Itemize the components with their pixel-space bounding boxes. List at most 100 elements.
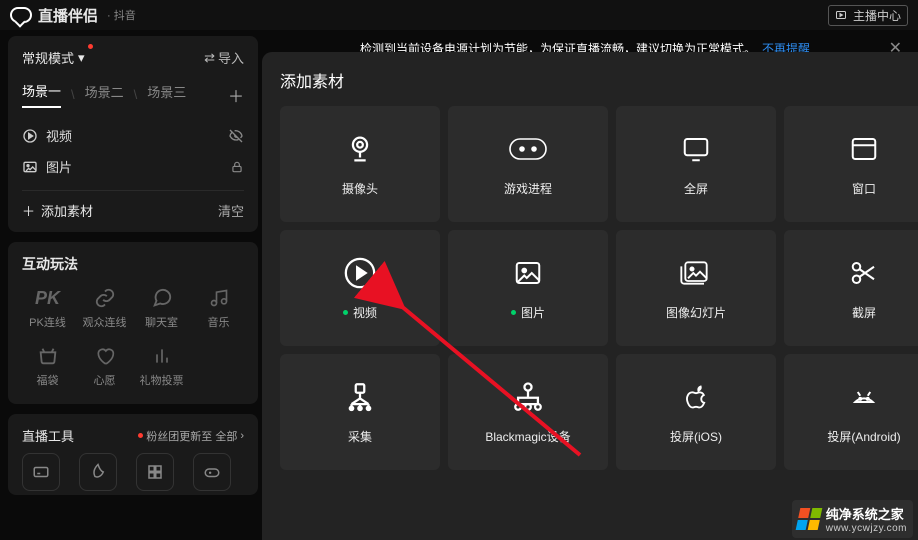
new-dot — [343, 310, 348, 315]
image-icon — [22, 159, 38, 175]
mode-row: 常规模式 ▾ ⇄ 导入 — [22, 48, 244, 67]
bag-icon — [37, 344, 59, 368]
add-source-button[interactable]: 添加素材 — [41, 201, 93, 220]
add-source-row: ＋ 添加素材 清空 — [22, 190, 244, 220]
material-slideshow[interactable]: 图像幻灯片 — [616, 230, 776, 346]
material-screenshot[interactable]: 截屏 — [784, 230, 918, 346]
gamepad-icon — [508, 132, 548, 166]
link-icon — [94, 286, 116, 310]
heart-icon — [95, 344, 115, 368]
window-icon — [848, 132, 880, 166]
camera-icon — [343, 132, 377, 166]
tool-btn-4[interactable] — [193, 453, 231, 491]
leaf-icon — [89, 463, 107, 481]
tool-btn-3[interactable] — [136, 453, 174, 491]
material-image[interactable]: 图片 — [448, 230, 608, 346]
source-row-image[interactable]: 图片 — [22, 151, 244, 182]
tool-btn-2[interactable] — [79, 453, 117, 491]
image-icon — [511, 256, 545, 290]
watermark-text: 纯净系统之家 — [826, 504, 907, 523]
chevron-down-icon: ▾ — [78, 50, 85, 66]
interact-poll[interactable]: 礼物投票 — [136, 340, 187, 392]
capture-icon — [343, 380, 377, 414]
scissors-icon — [847, 256, 881, 290]
interact-empty — [193, 340, 244, 392]
clear-button[interactable]: 清空 — [218, 201, 244, 220]
material-grid: 摄像头 游戏进程 全屏 窗口 视频 图片 图像幻灯片 截屏 — [280, 106, 918, 470]
slideshow-icon — [677, 256, 715, 290]
new-dot — [511, 310, 516, 315]
left-sidebar: 常规模式 ▾ ⇄ 导入 场景一 \ 场景二 \ 场景三 ＋ 视频 — [8, 36, 258, 505]
play-icon — [343, 256, 377, 290]
interact-pk[interactable]: PKPK连线 — [22, 282, 73, 334]
material-ios[interactable]: 投屏(iOS) — [616, 354, 776, 470]
material-window[interactable]: 窗口 — [784, 106, 918, 222]
app-title: 直播伴侣 — [38, 5, 98, 26]
device-tree-icon — [511, 380, 545, 414]
tool-btn-1[interactable] — [22, 453, 60, 491]
interact-bag[interactable]: 福袋 — [22, 340, 73, 392]
lock-icon[interactable] — [230, 160, 244, 174]
source-row-video[interactable]: 视频 — [22, 120, 244, 151]
play-circle-icon — [22, 128, 38, 144]
app-logo: 直播伴侣 · 抖音 — [10, 5, 136, 26]
material-camera[interactable]: 摄像头 — [280, 106, 440, 222]
interact-music[interactable]: 音乐 — [193, 282, 244, 334]
source-list: 视频 图片 — [22, 120, 244, 182]
logo-icon — [10, 7, 32, 23]
material-video[interactable]: 视频 — [280, 230, 440, 346]
interact-chat[interactable]: 聊天室 — [136, 282, 187, 334]
watermark: 纯净系统之家 www.ycwjzy.com — [792, 500, 913, 538]
card-icon — [32, 463, 50, 481]
pk-icon: PK — [35, 286, 60, 310]
tools-badge[interactable]: 粉丝团更新至 全部 › — [138, 428, 244, 444]
scene-tabs: 场景一 \ 场景二 \ 场景三 ＋ — [22, 81, 244, 108]
anchor-center-button[interactable]: 主播中心 — [828, 5, 908, 26]
apple-icon — [682, 380, 710, 414]
red-dot-icon — [138, 433, 143, 438]
tools-title: 直播工具 — [22, 426, 74, 445]
import-label: 导入 — [218, 48, 244, 67]
source-label: 视频 — [46, 126, 72, 145]
material-blackmagic[interactable]: Blackmagic设备 — [448, 354, 608, 470]
scene-panel: 常规模式 ▾ ⇄ 导入 场景一 \ 场景二 \ 场景三 ＋ 视频 — [8, 36, 258, 232]
scene-tab-1[interactable]: 场景一 — [22, 81, 61, 108]
interact-grid: PKPK连线 观众连线 聊天室 音乐 福袋 心愿 礼物投票 — [22, 282, 244, 392]
material-fullscreen[interactable]: 全屏 — [616, 106, 776, 222]
import-button[interactable]: ⇄ 导入 — [204, 48, 244, 67]
interact-audience[interactable]: 观众连线 — [79, 282, 130, 334]
interact-title: 互动玩法 — [22, 254, 244, 274]
scene-tab-3[interactable]: 场景三 — [147, 82, 186, 107]
notification-dot — [88, 44, 93, 49]
swap-icon: ⇄ — [204, 50, 215, 66]
plus-icon: ＋ — [22, 201, 35, 220]
add-material-modal: 添加素材 摄像头 游戏进程 全屏 窗口 视频 图片 图像幻灯片 — [262, 52, 918, 540]
mode-select[interactable]: 常规模式 ▾ — [22, 48, 85, 67]
material-android[interactable]: 投屏(Android) — [784, 354, 918, 470]
mode-label: 常规模式 — [22, 48, 74, 67]
watermark-url: www.ycwjzy.com — [826, 523, 907, 534]
interact-wish[interactable]: 心愿 — [79, 340, 130, 392]
visibility-off-icon[interactable] — [228, 128, 244, 144]
tools-grid — [22, 453, 244, 491]
titlebar: 直播伴侣 · 抖音 主播中心 — [0, 0, 918, 30]
poll-icon — [152, 344, 172, 368]
tools-panel: 直播工具 粉丝团更新至 全部 › — [8, 414, 258, 495]
scene-tab-2[interactable]: 场景二 — [85, 82, 124, 107]
broadcast-icon — [835, 9, 847, 21]
controller-icon — [203, 463, 221, 481]
music-icon — [209, 286, 229, 310]
source-label: 图片 — [46, 157, 72, 176]
grid-icon — [146, 463, 164, 481]
material-game[interactable]: 游戏进程 — [448, 106, 608, 222]
chevron-right-icon: › — [240, 430, 244, 442]
android-icon — [848, 380, 880, 414]
material-capture[interactable]: 采集 — [280, 354, 440, 470]
anchor-center-label: 主播中心 — [853, 7, 901, 24]
windows-flag-icon — [795, 508, 822, 530]
tools-header: 直播工具 粉丝团更新至 全部 › — [22, 426, 244, 445]
app-subtitle: · 抖音 — [107, 7, 136, 23]
modal-title: 添加素材 — [280, 68, 918, 92]
chat-icon — [151, 286, 173, 310]
add-scene-button[interactable]: ＋ — [228, 83, 244, 107]
